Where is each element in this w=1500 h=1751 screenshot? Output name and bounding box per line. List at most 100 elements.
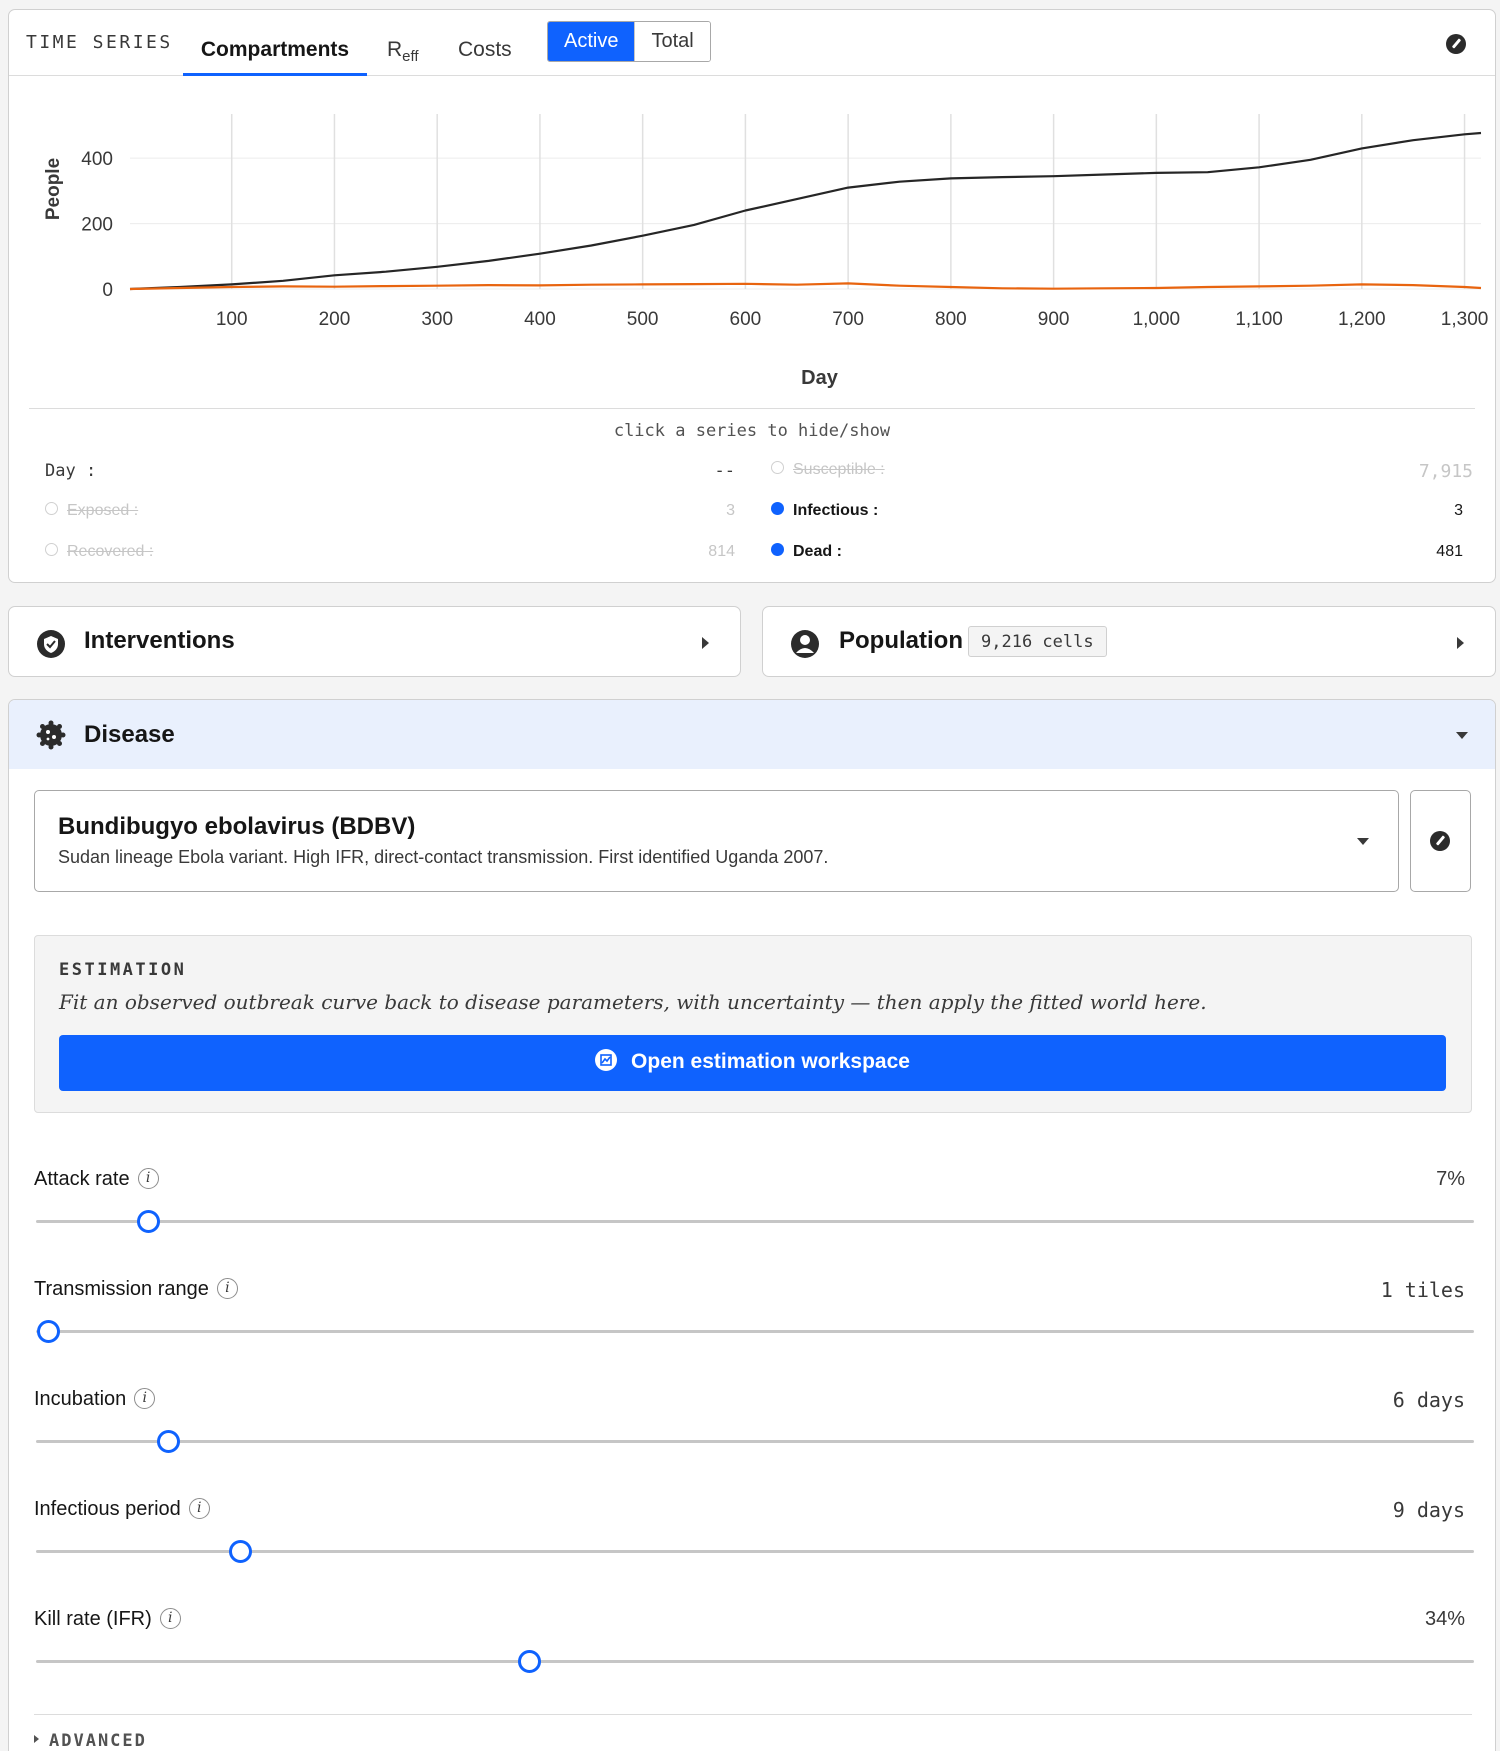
x-tick-label: 400 bbox=[524, 309, 556, 330]
recovered-dot-icon bbox=[45, 543, 58, 557]
population-cells-badge: 9,216 cells bbox=[968, 626, 1107, 657]
tab-costs[interactable]: Costs bbox=[458, 28, 512, 76]
x-tick-label: 800 bbox=[935, 309, 967, 330]
legend-recovered[interactable]: Recovered : bbox=[45, 543, 153, 561]
advanced-toggle[interactable]: ADVANCED bbox=[34, 1731, 147, 1751]
param-transmission-range: Transmission range i 1 tiles bbox=[9, 1278, 1495, 1388]
series-line-infectious bbox=[129, 282, 1482, 291]
info-icon[interactable]: i bbox=[188, 1498, 210, 1520]
estimation-button-label: Open estimation workspace bbox=[631, 1050, 910, 1073]
x-tick-label: 1,000 bbox=[1133, 309, 1181, 330]
population-title: Population bbox=[839, 627, 963, 654]
disease-select[interactable]: Bundibugyo ebolavirus (BDBV) Sudan linea… bbox=[34, 790, 1399, 892]
param-label: Incubation i bbox=[34, 1388, 156, 1411]
slider-thumb[interactable] bbox=[229, 1540, 253, 1563]
tab-compartments[interactable]: Compartments bbox=[183, 28, 367, 76]
disease-select-name: Bundibugyo ebolavirus (BDBV) bbox=[58, 813, 416, 840]
param-label: Attack rate i bbox=[34, 1168, 159, 1191]
infectious-dot-icon bbox=[771, 502, 784, 516]
param-label: Transmission range i bbox=[34, 1278, 238, 1301]
exposed-dot-icon bbox=[45, 502, 58, 516]
virus-icon bbox=[36, 720, 66, 750]
estimation-description: Fit an observed outbreak curve back to d… bbox=[59, 990, 1207, 1014]
slider-thumb[interactable] bbox=[157, 1430, 181, 1453]
y-axis-label: People bbox=[43, 158, 64, 220]
legend-susceptible[interactable]: Susceptible : bbox=[771, 461, 885, 479]
x-axis-label: Day bbox=[801, 367, 839, 389]
disease-header[interactable]: Disease bbox=[9, 700, 1495, 769]
legend-susceptible-value: 7,915 bbox=[1418, 461, 1473, 482]
param-label-text: Attack rate bbox=[34, 1168, 130, 1190]
legend-dead-value: 481 bbox=[1436, 543, 1463, 560]
param-value: 7% bbox=[1436, 1168, 1465, 1190]
param-infectious-period: Infectious period i 9 days bbox=[9, 1498, 1495, 1608]
legend-dead[interactable]: Dead : bbox=[771, 543, 842, 561]
slider-thumb[interactable] bbox=[36, 1320, 60, 1343]
attack-rate-slider[interactable] bbox=[36, 1210, 1474, 1233]
legend-exposed-value: 3 bbox=[726, 502, 735, 519]
incubation-slider[interactable] bbox=[36, 1430, 1474, 1453]
x-tick-label: 200 bbox=[319, 309, 351, 330]
x-tick-label: 600 bbox=[730, 309, 762, 330]
legend-recovered-label: Recovered bbox=[67, 543, 145, 560]
slider-thumb[interactable] bbox=[518, 1650, 542, 1673]
edit-disease-button[interactable] bbox=[1410, 790, 1471, 892]
legend-day-label: Day : bbox=[45, 461, 97, 481]
x-tick-label: 1,100 bbox=[1235, 309, 1283, 330]
y-tick-label: 400 bbox=[81, 149, 113, 170]
caret-right-icon bbox=[34, 1735, 39, 1743]
advanced-label: ADVANCED bbox=[49, 1731, 147, 1751]
x-tick-label: 300 bbox=[421, 309, 453, 330]
tab-reff[interactable]: Reff bbox=[387, 28, 419, 76]
param-value: 9 days bbox=[1392, 1498, 1465, 1522]
info-icon[interactable]: i bbox=[137, 1168, 159, 1190]
param-label-text: Infectious period bbox=[34, 1498, 181, 1520]
kill-rate-slider[interactable] bbox=[36, 1650, 1474, 1673]
legend-exposed-label: Exposed bbox=[67, 502, 130, 519]
disease-select-description: Sudan lineage Ebola variant. High IFR, d… bbox=[58, 847, 829, 867]
y-tick-label: 200 bbox=[81, 215, 113, 236]
open-estimation-workspace-button[interactable]: Open estimation workspace bbox=[59, 1035, 1446, 1091]
param-value: 6 days bbox=[1392, 1388, 1465, 1412]
legend-divider bbox=[29, 408, 1475, 409]
legend-exposed[interactable]: Exposed : bbox=[45, 502, 138, 520]
legend-infectious[interactable]: Infectious : bbox=[771, 502, 878, 520]
param-label-text: Kill rate (IFR) bbox=[34, 1608, 152, 1630]
param-value: 34% bbox=[1424, 1608, 1465, 1630]
info-icon[interactable]: i bbox=[216, 1278, 238, 1300]
slider-thumb[interactable] bbox=[137, 1210, 161, 1233]
interventions-title: Interventions bbox=[84, 627, 235, 654]
x-tick-label: 500 bbox=[627, 309, 659, 330]
disease-panel: Disease Bundibugyo ebolavirus (BDBV) Sud… bbox=[8, 699, 1496, 1751]
param-label-text: Incubation bbox=[34, 1388, 127, 1410]
shield-check-icon bbox=[37, 630, 65, 658]
active-button[interactable]: Active bbox=[548, 22, 635, 61]
time-series-card: TIME SERIES Compartments Reff Costs Acti… bbox=[8, 9, 1496, 583]
caret-down-icon bbox=[1456, 732, 1468, 739]
info-icon[interactable]: i bbox=[134, 1388, 156, 1410]
active-total-toggle: Active Total bbox=[547, 21, 711, 62]
tab-reff-sub: eff bbox=[402, 48, 419, 66]
legend-day-text: Day bbox=[45, 461, 76, 481]
infectious-period-slider[interactable] bbox=[36, 1540, 1474, 1563]
interventions-panel[interactable]: Interventions bbox=[8, 606, 741, 677]
pencil-icon[interactable] bbox=[1446, 34, 1466, 54]
compartments-chart: 0 200 400 100 200 300 400 500 600 700 800 900 1,000 1… bbox=[43, 114, 1489, 389]
person-icon bbox=[791, 630, 819, 658]
legend-recovered-value: 814 bbox=[708, 543, 735, 560]
disease-title: Disease bbox=[84, 721, 175, 748]
series-line-dead bbox=[129, 131, 1482, 291]
param-attack-rate: Attack rate i 7% bbox=[9, 1168, 1495, 1278]
time-series-header: TIME SERIES Compartments Reff Costs Acti… bbox=[9, 10, 1495, 76]
legend-susceptible-label: Susceptible bbox=[793, 461, 876, 478]
transmission-range-slider[interactable] bbox=[36, 1320, 1474, 1343]
dead-dot-icon bbox=[771, 543, 784, 557]
x-tick-label: 700 bbox=[832, 309, 864, 330]
y-tick-label: 0 bbox=[102, 280, 113, 301]
total-button[interactable]: Total bbox=[634, 22, 710, 61]
chevron-down-icon bbox=[1357, 838, 1369, 845]
x-tick-label: 1,300 bbox=[1441, 309, 1489, 330]
population-panel[interactable]: Population 9,216 cells bbox=[762, 606, 1496, 677]
estimation-box: ESTIMATION Fit an observed outbreak curv… bbox=[34, 935, 1472, 1113]
info-icon[interactable]: i bbox=[159, 1608, 181, 1630]
